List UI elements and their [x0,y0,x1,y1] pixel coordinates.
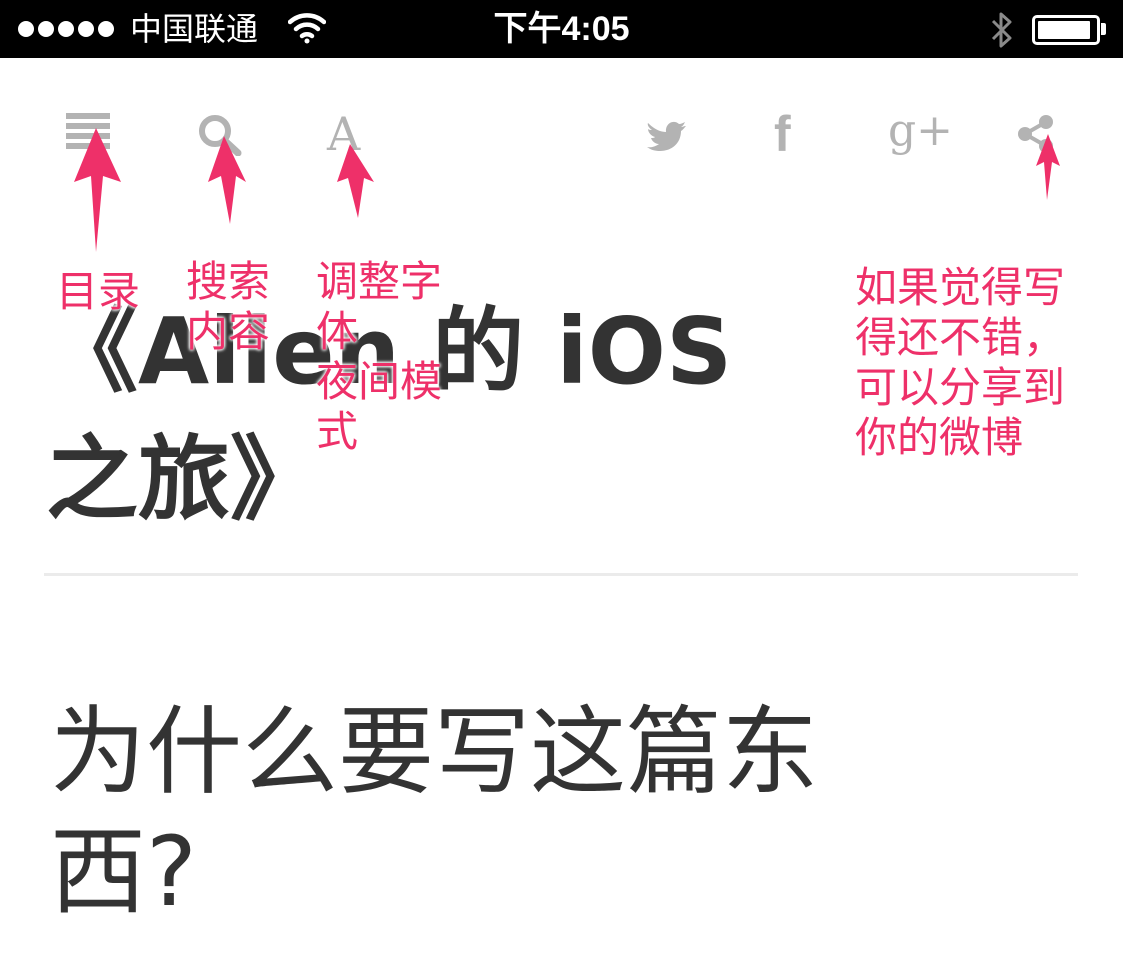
annotation-share: 如果觉得写 得还不错， 可以分享到 你的微博 [855,263,1066,462]
arrow-font-icon [337,144,374,218]
screen: 中国联通 下午4:05 A f g+ 《Allen 的 iOS 之旅》 为什么要… [0,0,1123,958]
annotation-search: 搜索 内容 [186,257,271,356]
arrow-search-icon [208,136,246,224]
annotation-font: 调整字 体 夜间模 式 [316,257,443,456]
annotation-menu: 目录 [56,267,141,316]
arrow-menu-icon [74,128,121,252]
annotation-arrows [74,128,1060,252]
arrow-share-icon [1036,134,1060,200]
